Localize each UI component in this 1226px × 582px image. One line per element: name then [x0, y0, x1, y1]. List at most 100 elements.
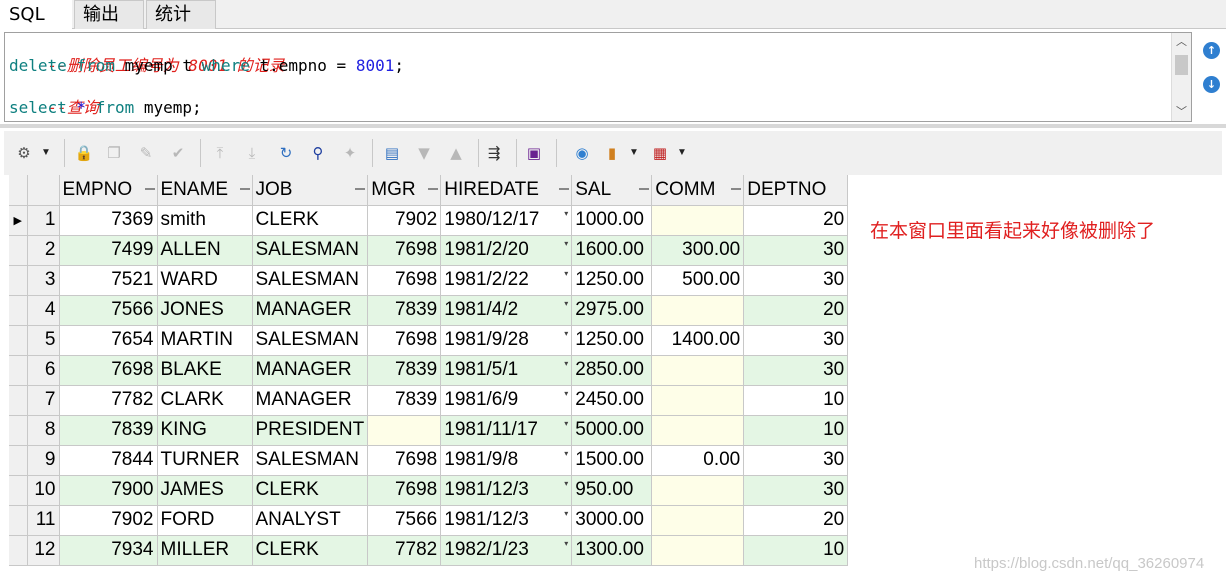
cell-comm[interactable]: 0.00 — [651, 445, 745, 476]
date-picker-icon[interactable]: ▾ — [564, 449, 568, 458]
cell-hiredate[interactable]: 1982/1/23 ▾ — [440, 535, 573, 566]
table-row[interactable]: 2 7499 ALLEN SALESMAN 7698 1981/2/20 ▾ 1600.00 3… — [9, 235, 849, 266]
query-icon[interactable]: ◉ — [572, 143, 592, 163]
row-number[interactable]: 12 — [27, 535, 60, 566]
row-number[interactable]: 1 — [27, 205, 60, 236]
date-picker-icon[interactable]: ▾ — [564, 359, 568, 368]
find-icon[interactable]: ⚲ — [308, 143, 328, 163]
cell-job[interactable]: MANAGER — [252, 295, 369, 326]
cell-deptno[interactable]: 20 — [743, 205, 849, 236]
arrow-down-circle-icon[interactable]: ↓ — [1203, 76, 1220, 93]
cell-mgr[interactable]: 7902 — [367, 205, 442, 236]
cell-mgr[interactable]: 7839 — [367, 385, 442, 416]
row-number[interactable]: 8 — [27, 415, 60, 446]
scroll-down-icon[interactable]: ﹀ — [1172, 103, 1191, 121]
cell-comm[interactable]: 500.00 — [651, 265, 745, 296]
cell-empno[interactable]: 7499 — [59, 235, 158, 266]
cell-deptno[interactable]: 30 — [743, 445, 849, 476]
cell-sal[interactable]: 1600.00 — [571, 235, 653, 266]
cell-job[interactable]: SALESMAN — [252, 235, 369, 266]
cell-job[interactable]: MANAGER — [252, 355, 369, 386]
cell-empno[interactable]: 7566 — [59, 295, 158, 326]
sql-editor[interactable]: --删除员工编号为 8001 的记录 delete from myemp t w… — [4, 32, 1192, 122]
cell-comm[interactable] — [651, 385, 745, 416]
arrow-up-circle-icon[interactable]: ↑ — [1203, 42, 1220, 59]
table-row[interactable]: 6 7698 BLAKE MANAGER 7839 1981/5/1 ▾ 2850.00 30 — [9, 355, 849, 386]
cell-sal[interactable]: 1250.00 — [571, 325, 653, 356]
cell-job[interactable]: MANAGER — [252, 385, 369, 416]
cell-empno[interactable]: 7839 — [59, 415, 158, 446]
cell-comm[interactable] — [651, 355, 745, 386]
cell-deptno[interactable]: 30 — [743, 355, 849, 386]
cell-deptno[interactable]: 30 — [743, 475, 849, 506]
cell-deptno[interactable]: 30 — [743, 235, 849, 266]
date-picker-icon[interactable]: ▾ — [564, 209, 568, 218]
first-record-icon[interactable]: ⤒ — [210, 143, 230, 163]
cell-comm[interactable] — [651, 475, 745, 506]
table-row[interactable]: 4 7566 JONES MANAGER 7839 1981/4/2 ▾ 2975.00 20 — [9, 295, 849, 326]
cell-hiredate[interactable]: 1981/12/3 ▾ — [440, 505, 573, 536]
cell-hiredate[interactable]: 1981/2/22 ▾ — [440, 265, 573, 296]
cell-mgr[interactable]: 7698 — [367, 235, 442, 266]
cell-sal[interactable]: 2975.00 — [571, 295, 653, 326]
splitter[interactable] — [0, 124, 1226, 128]
new-record-icon[interactable]: ❐ — [104, 143, 124, 163]
cell-sal[interactable]: 1500.00 — [571, 445, 653, 476]
tab-statistics[interactable]: 统计表 — [146, 0, 216, 53]
cell-hiredate[interactable]: 1981/2/20 ▾ — [440, 235, 573, 266]
row-number[interactable]: 11 — [27, 505, 60, 536]
cell-ename[interactable]: CLARK — [157, 385, 253, 416]
save-icon[interactable]: ▣ — [524, 143, 544, 163]
date-picker-icon[interactable]: ▾ — [564, 419, 568, 428]
cell-ename[interactable]: JONES — [157, 295, 253, 326]
date-picker-icon[interactable]: ▾ — [564, 299, 568, 308]
row-indicator[interactable] — [9, 505, 28, 536]
cell-deptno[interactable]: 10 — [743, 415, 849, 446]
cell-deptno[interactable]: 20 — [743, 295, 849, 326]
table-view-icon[interactable]: ▦ — [650, 143, 670, 163]
prev-icon[interactable]: ▲ — [446, 143, 466, 163]
chevron-down-icon[interactable]: ▼ — [628, 143, 640, 163]
cell-sal[interactable]: 1000.00 — [571, 205, 653, 236]
cell-empno[interactable]: 7698 — [59, 355, 158, 386]
cell-empno[interactable]: 7782 — [59, 385, 158, 416]
col-header-sal[interactable]: SAL — [571, 175, 653, 206]
cell-ename[interactable]: JAMES — [157, 475, 253, 506]
row-number[interactable]: 2 — [27, 235, 60, 266]
cell-hiredate[interactable]: 1981/12/3 ▾ — [440, 475, 573, 506]
date-picker-icon[interactable]: ▾ — [564, 389, 568, 398]
export-icon[interactable]: ⇶ — [484, 143, 504, 163]
row-indicator[interactable] — [9, 235, 28, 266]
cell-ename[interactable]: ALLEN — [157, 235, 253, 266]
table-row[interactable]: 5 7654 MARTIN SALESMAN 7698 1981/9/28 ▾ 1250.00… — [9, 325, 849, 356]
row-number[interactable]: 7 — [27, 385, 60, 416]
cell-ename[interactable]: KING — [157, 415, 253, 446]
cell-hiredate[interactable]: 1981/9/28 ▾ — [440, 325, 573, 356]
cell-job[interactable]: ANALYST — [252, 505, 369, 536]
cell-comm[interactable] — [651, 535, 745, 566]
lock-icon[interactable]: 🔒 — [74, 143, 94, 163]
table-row[interactable]: 12 7934 MILLER CLERK 7782 1982/1/23 ▾ 1300.00 10 — [9, 535, 849, 566]
cell-empno[interactable]: 7844 — [59, 445, 158, 476]
current-row-indicator-icon[interactable]: ▶ — [9, 205, 28, 236]
table-row[interactable]: 11 7902 FORD ANALYST 7566 1981/12/3 ▾ 3000.00 20 — [9, 505, 849, 536]
cell-job[interactable]: PRESIDENT — [252, 415, 369, 446]
cell-job[interactable]: CLERK — [252, 205, 369, 236]
cell-mgr[interactable]: 7839 — [367, 295, 442, 326]
row-number[interactable]: 9 — [27, 445, 60, 476]
cell-job[interactable]: SALESMAN — [252, 265, 369, 296]
cell-deptno[interactable]: 10 — [743, 535, 849, 566]
cell-deptno[interactable]: 30 — [743, 265, 849, 296]
col-header-mgr[interactable]: MGR — [367, 175, 442, 206]
grid-settings-icon[interactable]: ⚙ — [14, 143, 34, 163]
col-header-comm[interactable]: COMM — [651, 175, 745, 206]
cell-job[interactable]: CLERK — [252, 475, 369, 506]
cell-deptno[interactable]: 30 — [743, 325, 849, 356]
cell-empno[interactable]: 7902 — [59, 505, 158, 536]
row-number[interactable]: 5 — [27, 325, 60, 356]
tab-sql[interactable]: SQL — [0, 0, 72, 30]
cell-sal[interactable]: 1300.00 — [571, 535, 653, 566]
row-indicator[interactable] — [9, 415, 28, 446]
cell-sal[interactable]: 2850.00 — [571, 355, 653, 386]
filter-icon[interactable]: ▤ — [382, 143, 402, 163]
